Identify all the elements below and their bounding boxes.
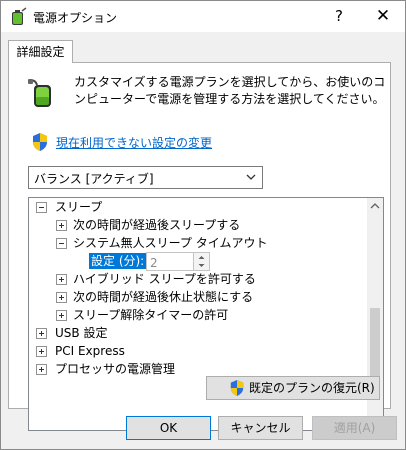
expand-icon[interactable] [56, 220, 67, 231]
change-unavailable-settings-link[interactable]: 現在利用できない設定の変更 [56, 134, 212, 151]
tree-item-label: PCI Express [55, 344, 125, 358]
cancel-button[interactable]: キャンセル [218, 416, 303, 440]
tree-item-label: 次の時間が経過後スリープする [73, 218, 241, 232]
minutes-spinbox[interactable]: 2 [146, 252, 210, 271]
chevron-down-icon [246, 174, 256, 180]
help-button[interactable]: ? [317, 1, 361, 32]
battery-plug-icon [28, 79, 51, 107]
uac-shield-icon [33, 133, 47, 151]
advanced-settings-panel: カスタマイズする電源プランを選択してから、お使いのコンピューターで電源を管理する… [8, 62, 391, 431]
tree-item-label: 次の時間が経過後休止状態にする [73, 290, 254, 304]
collapse-icon[interactable] [36, 202, 47, 213]
expand-icon[interactable] [56, 310, 67, 321]
tab-advanced-settings[interactable]: 詳細設定 [8, 40, 73, 63]
power-options-dialog: 電源オプション ? ✕ 詳細設定 カスタマイズする電源プランを選択してから、お使… [0, 0, 406, 450]
battery-power-icon [12, 7, 27, 25]
window-title: 電源オプション [33, 11, 118, 25]
uac-shield-icon [230, 380, 244, 396]
tree-item-label: スリープ [55, 200, 103, 214]
tree-item-label: USB 設定 [55, 326, 108, 340]
scroll-up-icon[interactable] [367, 198, 383, 215]
title-bar: 電源オプション ? ✕ [1, 1, 405, 32]
tree-item-label: ハイブリッド スリープを許可する [73, 272, 256, 286]
restore-defaults-button[interactable]: 既定のプランの復元(R) [206, 376, 380, 400]
expand-icon[interactable] [36, 346, 47, 357]
setting-minutes-label: 設定 (分): [87, 252, 148, 270]
description-text: カスタマイズする電源プランを選択してから、お使いのコンピューターで電源を管理する… [74, 75, 386, 106]
tree-item-label: スリープ解除タイマーの許可 [73, 308, 229, 322]
spin-arrows-icon [198, 256, 205, 267]
spin-buttons[interactable] [193, 253, 209, 270]
tree-item-label: プロセッサの電源管理 [55, 362, 176, 376]
tree-item-setting-minutes[interactable]: 設定 (分): 2 [29, 252, 359, 271]
expand-icon[interactable] [36, 328, 47, 339]
expand-icon[interactable] [56, 274, 67, 285]
power-plan-select[interactable]: バランス [アクティブ] [28, 166, 263, 189]
collapse-icon[interactable] [56, 238, 67, 249]
expand-icon[interactable] [56, 292, 67, 303]
tree-item-label: システム無人スリープ タイムアウト [73, 236, 268, 250]
restore-defaults-label: 既定のプランの復元(R) [249, 381, 375, 395]
power-plan-select-value: バランス [アクティブ] [34, 172, 154, 186]
close-button[interactable]: ✕ [361, 1, 405, 32]
expand-icon[interactable] [36, 364, 47, 375]
apply-button[interactable]: 適用(A) [312, 416, 397, 440]
ok-button[interactable]: OK [126, 416, 211, 440]
